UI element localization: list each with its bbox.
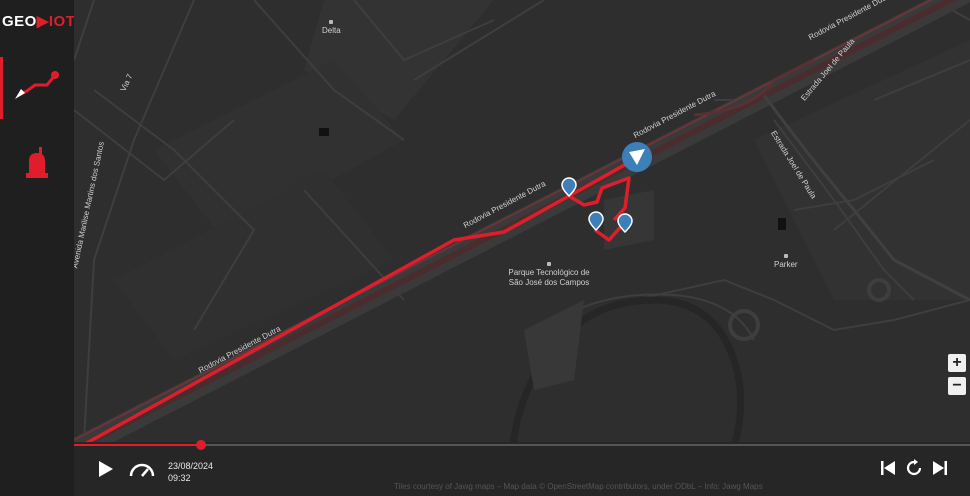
logo-play-icon: ▶ xyxy=(36,13,49,30)
map-attribution: Tiles courtesy of Jawg maps – Map data ©… xyxy=(394,482,763,491)
progress-knob[interactable] xyxy=(196,440,207,450)
logo-text: GEO xyxy=(2,13,37,30)
play-icon xyxy=(97,460,113,482)
speed-button[interactable] xyxy=(128,460,156,482)
replay-icon xyxy=(905,458,923,482)
siren-icon xyxy=(22,145,52,186)
zoom-out-button[interactable]: − xyxy=(948,377,966,395)
map-label-parker: Parker xyxy=(774,254,798,270)
map-view[interactable]: Delta Via 7 Avenida Marilise Martins dos… xyxy=(74,0,970,496)
skip-start-icon xyxy=(880,460,896,480)
sidebar: GEO▶IOT xyxy=(0,0,75,496)
playback-bar: 23/08/2024 09:32 Tiles courtesy of Jawg … xyxy=(74,440,970,496)
map-label-parque: Parque Tecnológico de São José dos Campo… xyxy=(504,262,594,288)
sidebar-item-route-playback[interactable] xyxy=(0,57,74,119)
skip-start-button[interactable] xyxy=(878,460,898,480)
progress-track[interactable] xyxy=(74,440,970,450)
logo-text-accent: IOT xyxy=(48,13,76,30)
playback-datetime: 23/08/2024 09:32 xyxy=(168,460,213,484)
sidebar-item-alerts[interactable] xyxy=(0,134,74,196)
playback-date: 23/08/2024 xyxy=(168,461,214,471)
playback-time: 09:32 xyxy=(168,473,191,483)
speedometer-icon xyxy=(129,461,155,482)
replay-button[interactable] xyxy=(904,458,924,482)
map-label-delta: Delta xyxy=(322,20,341,36)
play-button[interactable] xyxy=(94,460,116,482)
skip-end-button[interactable] xyxy=(930,460,950,480)
vehicle-marker-icon xyxy=(622,142,652,172)
app-logo: GEO▶IOT xyxy=(2,12,75,30)
route-icon xyxy=(13,69,61,108)
map-canvas xyxy=(74,0,970,496)
zoom-in-button[interactable]: + xyxy=(948,354,966,372)
skip-end-icon xyxy=(932,460,948,480)
progress-fill xyxy=(74,444,202,446)
